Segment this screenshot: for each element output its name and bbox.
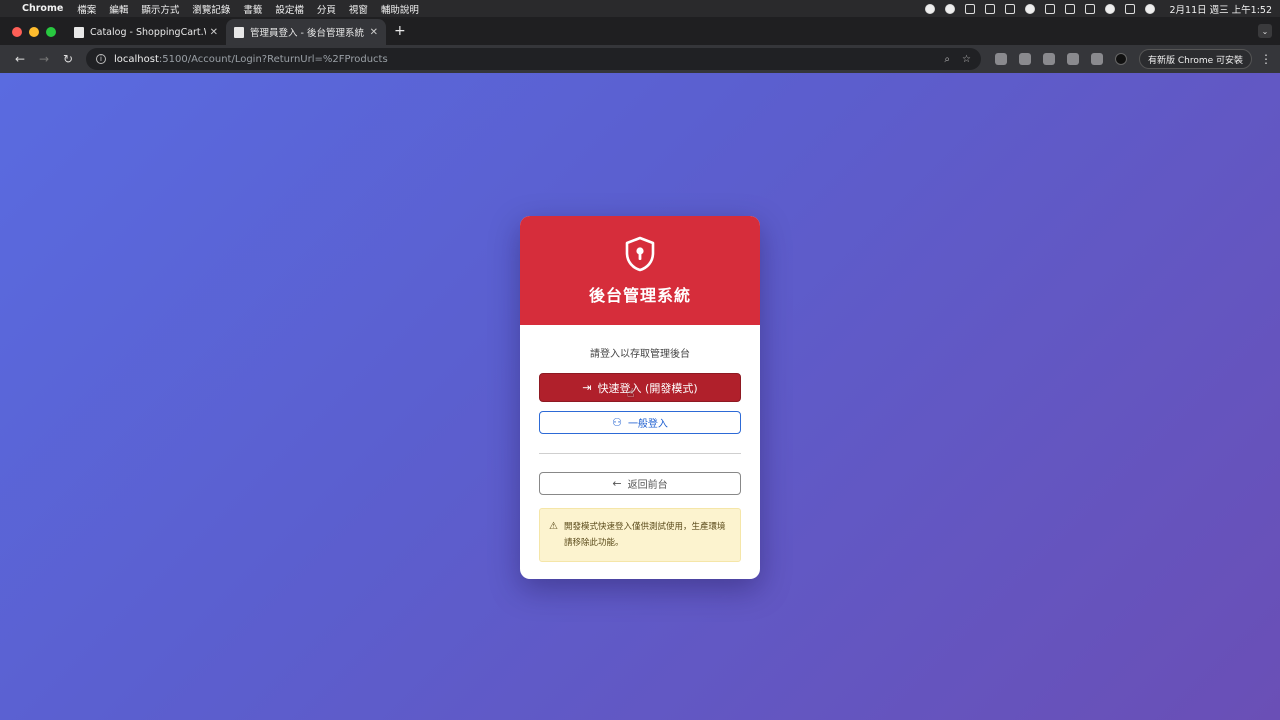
back-arrow-icon[interactable]: ←	[8, 52, 32, 66]
profile-avatar[interactable]	[1114, 53, 1127, 65]
browser-toolbar: ← → ↻ i localhost:5100/Account/Login?Ret…	[0, 45, 1280, 73]
quick-login-button[interactable]: ⇥ 快速登入 (開發模式)	[539, 373, 741, 402]
siri-icon[interactable]	[1145, 3, 1156, 14]
pointer-hand-icon: ☝	[627, 386, 635, 400]
menu-bookmarks[interactable]: 書籤	[243, 2, 262, 16]
menu-window[interactable]: 視窗	[349, 2, 368, 16]
login-card-body: 請登入以存取管理後台 ⇥ 快速登入 (開發模式) ⚇ 一般登入 ← 返回前台 ⚠…	[520, 345, 760, 562]
tab-search-chevron-icon[interactable]: ⌄	[1258, 24, 1272, 38]
user-icon: ⚇	[612, 416, 622, 429]
bluetooth-icon[interactable]	[1005, 3, 1016, 14]
more-menu-icon[interactable]: ⋮	[1260, 52, 1272, 66]
macos-menubar: Chrome 檔案 編輯 顯示方式 瀏覽記錄 書籤 設定檔 分頁 視窗 輔助說明…	[0, 0, 1280, 17]
docker-icon[interactable]	[965, 3, 976, 14]
login-card-header: 後台管理系統	[520, 216, 760, 325]
page-favicon-icon	[234, 26, 244, 38]
divider	[539, 453, 741, 454]
menu-history[interactable]: 瀏覽記錄	[192, 2, 230, 16]
url-host: localhost	[114, 53, 159, 65]
page-background: 後台管理系統 請登入以存取管理後台 ⇥ 快速登入 (開發模式) ⚇ 一般登入 ←…	[0, 73, 1280, 720]
extension-chrome-icon[interactable]	[1018, 53, 1031, 65]
dev-mode-warning: ⚠ 開發模式快速登入僅供測試使用，生產環境請移除此功能。	[539, 508, 741, 562]
menu-view[interactable]: 顯示方式	[141, 2, 179, 16]
battery-icon[interactable]	[1065, 3, 1076, 14]
play-icon[interactable]	[1025, 3, 1036, 14]
back-to-frontend-button[interactable]: ← 返回前台	[539, 472, 741, 495]
zoom-icon[interactable]: ⌕	[944, 54, 950, 65]
menu-help[interactable]: 輔助說明	[381, 2, 419, 16]
minimize-window-icon[interactable]	[29, 27, 39, 37]
tab-title: Catalog - ShoppingCart.Web	[90, 26, 206, 38]
extension-tag-icon[interactable]	[1042, 53, 1055, 65]
login-card: 後台管理系統 請登入以存取管理後台 ⇥ 快速登入 (開發模式) ⚇ 一般登入 ←…	[520, 216, 760, 579]
normal-login-label: 一般登入	[627, 419, 668, 430]
address-bar[interactable]: i localhost:5100/Account/Login?ReturnUrl…	[86, 48, 981, 70]
reading-list-icon[interactable]	[1090, 53, 1103, 65]
extensions-puzzle-icon[interactable]	[1066, 53, 1079, 65]
page-favicon-icon	[74, 26, 84, 38]
back-label: 返回前台	[627, 480, 668, 491]
window-controls	[0, 27, 66, 45]
extension-vue-icon[interactable]	[994, 53, 1007, 65]
tab-title: 管理員登入 - 後台管理系統	[250, 28, 364, 39]
menubar-status-area: 2月11日 週三 上午1:52	[925, 2, 1272, 16]
warning-triangle-icon: ⚠	[549, 521, 558, 532]
arrow-left-icon: ←	[612, 477, 622, 490]
update-chrome-button[interactable]: 有新版 Chrome 可安裝	[1138, 49, 1252, 69]
sign-in-icon: ⇥	[582, 381, 592, 394]
login-subtitle: 請登入以存取管理後台	[590, 349, 690, 360]
warning-text: 開發模式快速登入僅供測試使用，生產環境請移除此功能。	[563, 522, 726, 548]
menu-file[interactable]: 檔案	[77, 2, 96, 16]
bookmark-star-icon[interactable]: ☆	[962, 54, 971, 65]
tab-close-icon[interactable]: ✕	[370, 27, 378, 38]
control-center-icon[interactable]	[1125, 3, 1136, 14]
browser-tabstrip: Catalog - ShoppingCart.Web ✕ 管理員登入 - 後台管…	[0, 17, 1280, 45]
site-info-icon[interactable]: i	[96, 54, 106, 64]
menu-app-name[interactable]: Chrome	[22, 3, 63, 14]
menu-edit[interactable]: 編輯	[109, 2, 128, 16]
url-path: :5100/Account/Login?ReturnUrl=%2FProduct…	[158, 53, 388, 65]
omnibox-actions: ⌕ ☆	[944, 54, 971, 65]
headphones-icon[interactable]	[985, 3, 996, 14]
tab-admin-login[interactable]: 管理員登入 - 後台管理系統 ✕	[226, 19, 386, 45]
tab-close-icon[interactable]: ✕	[210, 27, 218, 38]
link-icon[interactable]	[1085, 3, 1096, 14]
menubar-clock[interactable]: 2月11日 週三 上午1:52	[1169, 2, 1272, 16]
normal-login-button[interactable]: ⚇ 一般登入	[539, 411, 741, 434]
page-title: 後台管理系統	[588, 285, 691, 305]
reload-icon[interactable]: ↻	[56, 52, 80, 66]
record-icon[interactable]	[925, 3, 936, 14]
menu-profiles[interactable]: 設定檔	[275, 2, 304, 16]
new-tab-button[interactable]: +	[386, 23, 414, 45]
forward-arrow-icon[interactable]: →	[32, 52, 56, 66]
line-app-icon[interactable]	[945, 3, 956, 14]
quick-login-label: 快速登入 (開發模式)	[597, 381, 698, 395]
zoom-window-icon[interactable]	[46, 27, 56, 37]
tab-catalog[interactable]: Catalog - ShoppingCart.Web ✕	[66, 19, 226, 45]
menu-tab[interactable]: 分頁	[317, 2, 336, 16]
close-window-icon[interactable]	[12, 27, 22, 37]
input-source-icon[interactable]	[1045, 3, 1056, 14]
shield-lock-icon	[625, 236, 655, 271]
search-icon[interactable]	[1105, 3, 1116, 14]
